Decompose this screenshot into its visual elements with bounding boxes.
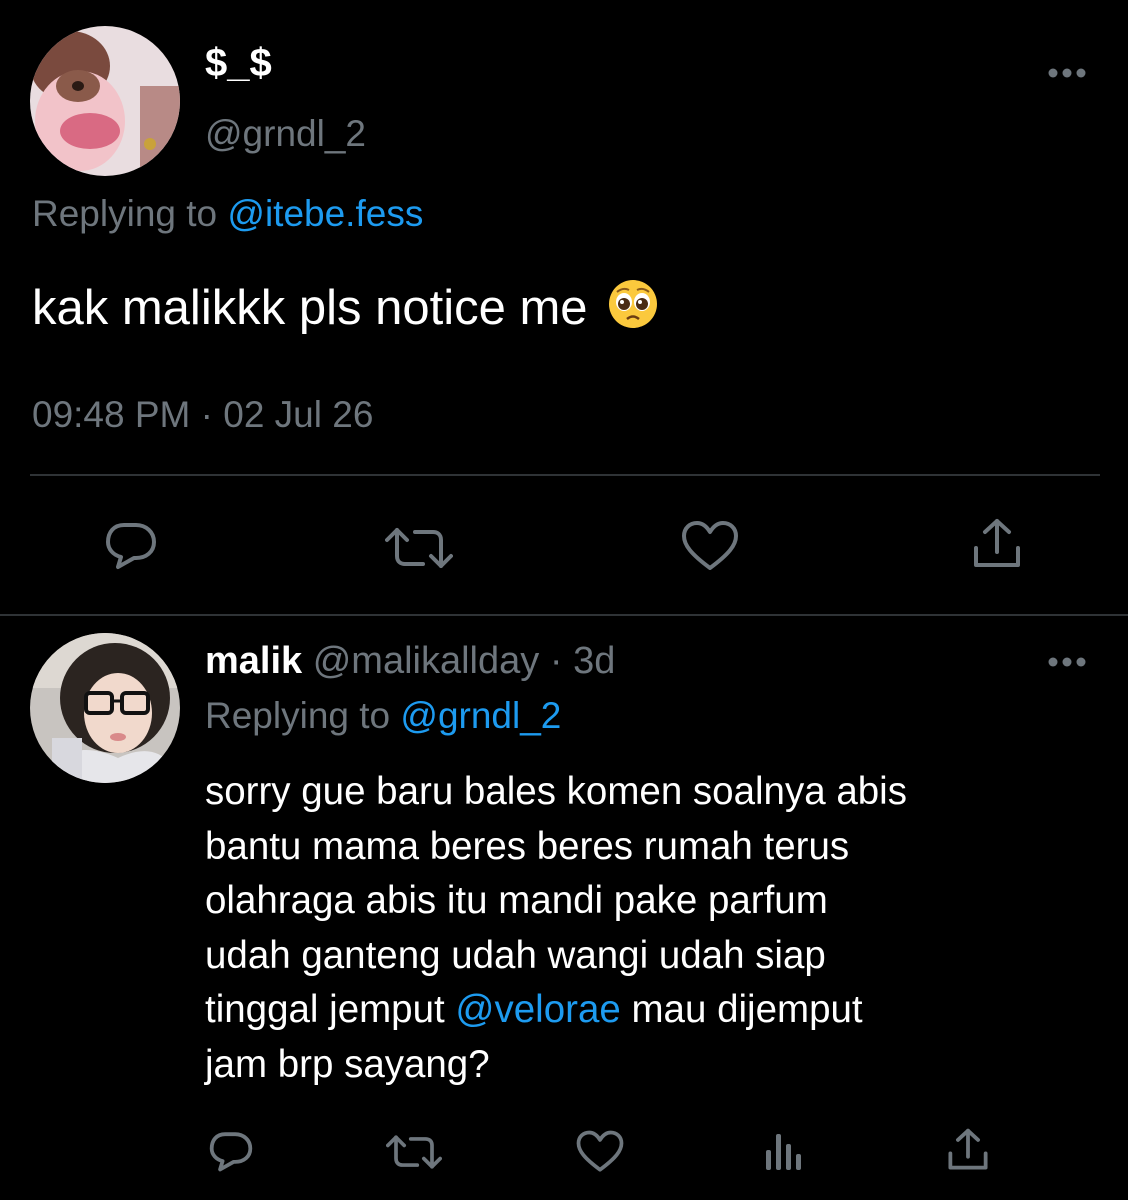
- reply-text-line: bantu mama beres beres rumah terus: [205, 824, 850, 868]
- replying-to: Replying to @itebe.fess: [32, 190, 423, 238]
- reply-text-segment: tinggal jemput: [205, 988, 445, 1031]
- replying-to-label: Replying to: [205, 695, 391, 736]
- retweet-icon[interactable]: [386, 1134, 442, 1170]
- reply-text: sorry gue baru bales komen soalnya abis …: [205, 765, 1105, 1092]
- reply-author-handle[interactable]: @malikallday: [313, 640, 540, 682]
- avatar-reply-image: [30, 633, 180, 783]
- divider: [30, 474, 1100, 476]
- tweet-text: kak malikkk pls notice me: [32, 278, 659, 344]
- reply-text-line: tinggal jemput @velorae mau dijemput: [205, 983, 1105, 1038]
- like-icon[interactable]: [576, 1130, 624, 1173]
- replying-to-label: Replying to: [32, 193, 218, 234]
- reply-text-line: olahraga abis itu mandi pake parfum: [205, 879, 828, 922]
- avatar-reply[interactable]: [30, 633, 180, 783]
- reply-text-line: sorry gue baru bales komen soalnya abis: [205, 770, 907, 813]
- reply-separator: ·: [549, 640, 563, 682]
- more-options-icon[interactable]: [1047, 655, 1087, 667]
- replying-to-handle[interactable]: @grndl_2: [400, 695, 561, 736]
- reply-header: malik @malikallday · 3d: [205, 637, 615, 685]
- reply-time-ago[interactable]: 3d: [573, 640, 615, 682]
- tweet-timestamp[interactable]: 09:48 PM · 02 Jul 26: [32, 391, 373, 439]
- tweet-text-content: kak malikkk pls notice me: [32, 281, 588, 335]
- replying-to-handle[interactable]: @itebe.fess: [227, 193, 423, 234]
- like-icon[interactable]: [681, 520, 739, 572]
- author-display-name[interactable]: $_$: [205, 38, 272, 88]
- share-icon[interactable]: [972, 518, 1022, 570]
- reply-text-line: udah ganteng udah wangi udah siap: [205, 933, 826, 977]
- share-icon[interactable]: [947, 1128, 989, 1172]
- divider: [0, 614, 1128, 616]
- reply-icon[interactable]: [208, 1130, 254, 1172]
- avatar-main-image: [30, 26, 180, 176]
- retweet-icon[interactable]: [385, 526, 453, 570]
- reply-text-segment: mau dijemput: [631, 988, 863, 1031]
- mention-link[interactable]: @velorae: [455, 988, 620, 1031]
- author-handle[interactable]: @grndl_2: [205, 111, 366, 157]
- more-options-icon[interactable]: [1047, 66, 1087, 78]
- reply-author-display-name[interactable]: malik: [205, 640, 302, 682]
- avatar-main[interactable]: [30, 26, 180, 176]
- reply-text-line: jam brp sayang?: [205, 1042, 490, 1086]
- reply-replying-to: Replying to @grndl_2: [205, 692, 561, 740]
- analytics-icon[interactable]: [764, 1130, 804, 1172]
- pleading-face-icon: [607, 278, 659, 344]
- reply-icon[interactable]: [104, 520, 158, 570]
